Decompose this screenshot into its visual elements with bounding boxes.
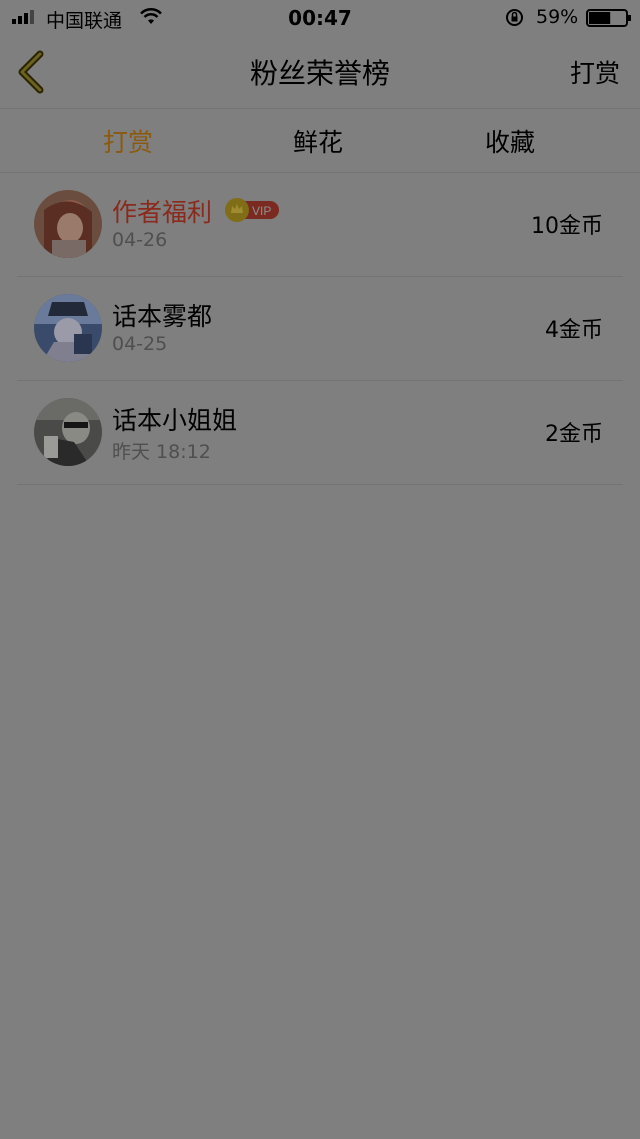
nav-bar: 粉丝荣誉榜 打赏 [0, 36, 640, 109]
user-name: 作者福利 [112, 198, 213, 227]
entry-date: 04-26 [112, 229, 168, 251]
coin-amount: 2金币 [545, 422, 603, 447]
coin-amount: 10金币 [531, 214, 603, 239]
tab-bar: 打赏 鲜花 收藏 [0, 109, 640, 173]
coin-amount: 4金币 [545, 318, 603, 343]
page-title: 粉丝荣誉榜 [249, 57, 390, 90]
list-item[interactable]: 作者福利 VIP 04-26 10金币 [17, 173, 623, 277]
tab-tips[interactable]: 打赏 [48, 123, 208, 159]
user-name: 话本小姐姐 [112, 406, 238, 435]
avatar [34, 294, 102, 362]
entry-date: 昨天 18:12 [112, 441, 211, 463]
tip-button[interactable]: 打赏 [570, 54, 620, 90]
vip-badge: VIP [225, 198, 279, 222]
status-bar: 中国联通 00:47 59% [0, 0, 640, 36]
tab-flowers[interactable]: 鲜花 [238, 123, 398, 159]
list-item[interactable]: 话本小姐姐 昨天 18:12 2金币 [17, 381, 623, 485]
vip-label: VIP [252, 204, 271, 218]
orientation-lock-icon [506, 9, 523, 26]
entry-date: 04-25 [112, 333, 168, 355]
user-name: 话本雾都 [112, 302, 213, 331]
battery-icon [586, 9, 631, 27]
avatar [34, 398, 102, 466]
tab-favorites[interactable]: 收藏 [430, 123, 590, 159]
avatar [34, 190, 102, 258]
fan-ranking-list: 作者福利 VIP 04-26 10金币 话本雾都 04-25 4金币 话本小姐姐… [0, 173, 640, 485]
list-item[interactable]: 话本雾都 04-25 4金币 [17, 277, 623, 381]
battery-percent: 59% [536, 6, 579, 28]
